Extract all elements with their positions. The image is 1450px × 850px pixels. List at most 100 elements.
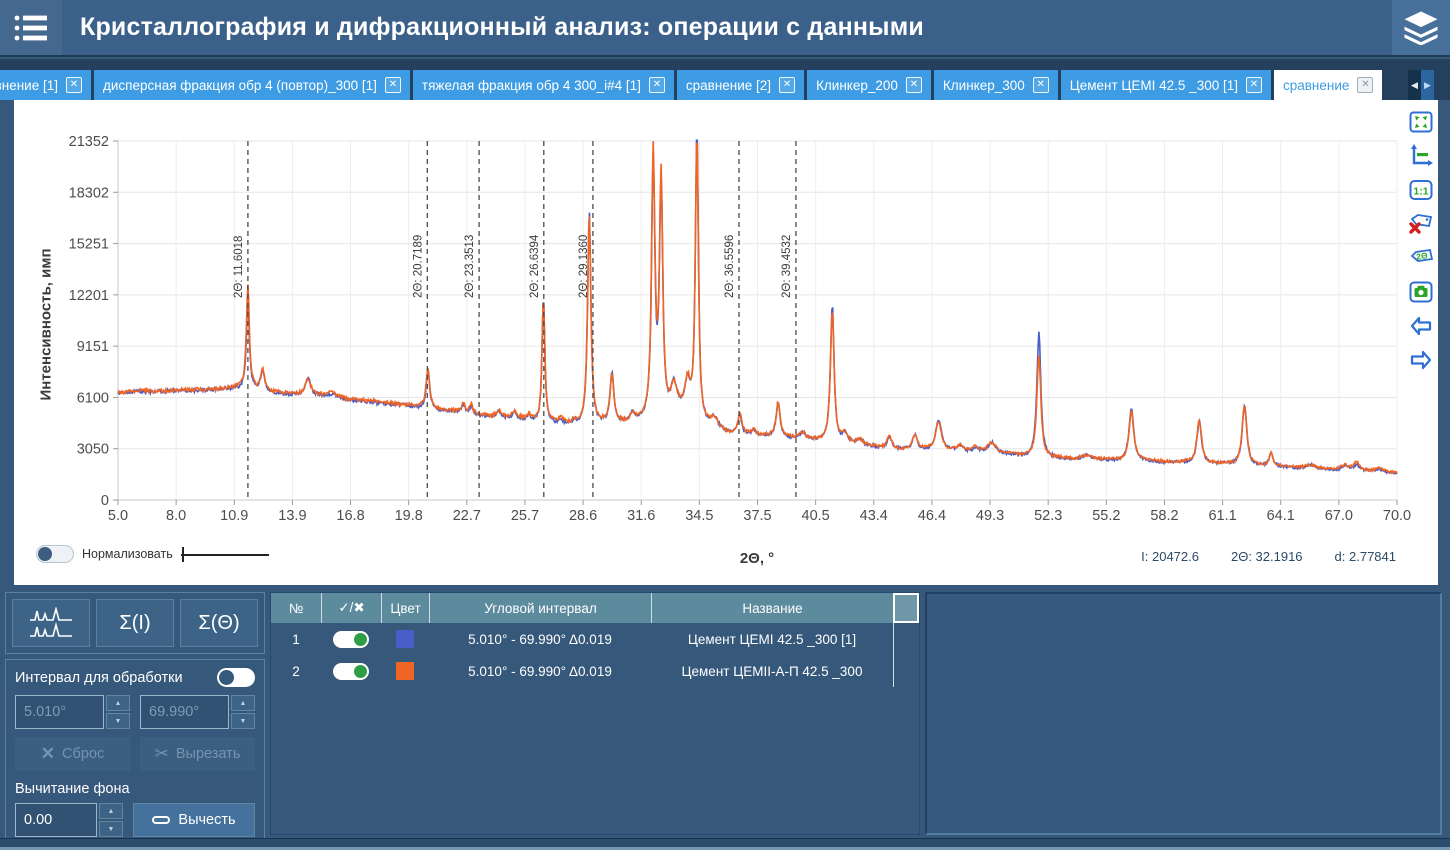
peak-marker-label: 2Θ: 11.6018 — [233, 236, 245, 298]
dataset-name: Цемент ЦЕМII-А-П 42.5 _300 — [651, 664, 893, 679]
svg-text:16.8: 16.8 — [336, 508, 364, 524]
tab-1[interactable]: сравнение [1]✕ — [0, 70, 91, 100]
interval-from-down-button[interactable]: ▼ — [106, 713, 130, 729]
layers-button[interactable] — [1392, 0, 1450, 55]
background-subtraction-label: Вычитание фона — [15, 781, 255, 797]
interval-from-field[interactable]: 5.010° — [15, 695, 104, 729]
back-arrow-button[interactable] — [1408, 316, 1434, 341]
forward-arrow-icon — [1409, 349, 1433, 376]
layers-stack-icon — [1403, 11, 1439, 45]
normalize-label: Нормализовать — [82, 547, 173, 561]
svg-text:12201: 12201 — [69, 288, 109, 304]
fit-view-icon — [1409, 110, 1433, 139]
tab-scroll-right-button[interactable]: ▶ — [1421, 70, 1434, 100]
peak-marker-label: 2Θ: 20.7189 — [412, 235, 424, 298]
column-header: Цвет — [381, 593, 429, 623]
fit-view-button[interactable] — [1408, 112, 1434, 137]
readout-intensity: I: 20472.6 — [1141, 549, 1199, 564]
opacity-slider[interactable] — [181, 546, 269, 562]
svg-text:67.0: 67.0 — [1325, 508, 1353, 524]
results-panel — [925, 592, 1442, 835]
subtract-button[interactable]: Вычесть — [133, 803, 255, 837]
tab-2[interactable]: дисперсная фракция обр 4 (повтор)_300 [1… — [94, 70, 410, 100]
interval-to-field[interactable]: 69.990° — [140, 695, 229, 729]
tab-label: тяжелая фракция обр 4 300_i#4 [1] — [422, 78, 641, 93]
svg-text:6100: 6100 — [77, 390, 109, 406]
table-row[interactable]: 25.010° - 69.990° Δ0.019Цемент ЦЕМII-А-П… — [271, 655, 919, 687]
table-scrollbar-thumb[interactable] — [893, 593, 919, 623]
tab-label: сравнение — [1283, 78, 1349, 93]
tab-close-icon[interactable]: ✕ — [649, 77, 665, 93]
cut-button[interactable]: ✂Вырезать — [140, 737, 255, 771]
axes-scale-button[interactable] — [1408, 146, 1434, 171]
back-arrow-icon — [1409, 315, 1433, 342]
background-value-field[interactable]: 0.00 — [15, 803, 97, 837]
svg-text:18302: 18302 — [69, 185, 109, 201]
readout-two-theta: 2Θ: 32.1916 — [1231, 549, 1303, 564]
tab-close-icon[interactable]: ✕ — [385, 77, 401, 93]
interval-label: Интервал для обработки — [15, 670, 183, 686]
hide-labels-tag-button[interactable] — [1408, 214, 1434, 239]
interval-toggle[interactable] — [217, 668, 255, 687]
peak-search-button[interactable] — [12, 599, 90, 647]
tab-close-icon[interactable]: ✕ — [1357, 77, 1373, 93]
svg-text:13.9: 13.9 — [278, 508, 306, 524]
two-theta-tag-button[interactable]: 2Θ — [1408, 248, 1434, 273]
table-body: 15.010° - 69.990° Δ0.019Цемент ЦЕМI 42.5… — [271, 623, 919, 687]
svg-text:19.8: 19.8 — [395, 508, 423, 524]
tab-scroll-left-button[interactable]: ◀ — [1408, 70, 1421, 100]
reset-button[interactable]: ✕Сброс — [15, 737, 130, 771]
crystallography-app-window: { "header": { "title": "Кристаллография … — [0, 0, 1450, 850]
visibility-toggle[interactable] — [333, 631, 369, 648]
sum-intensity-button[interactable]: Σ(I) — [96, 599, 174, 647]
interval-from-up-button[interactable]: ▲ — [106, 695, 130, 711]
x-axis-title: 2Θ, ° — [712, 550, 802, 567]
svg-text:37.5: 37.5 — [743, 508, 771, 524]
snapshot-camera-button[interactable] — [1408, 282, 1434, 307]
tab-close-icon[interactable]: ✕ — [906, 77, 922, 93]
tab-7[interactable]: Цемент ЦЕМI 42.5 _300 [1]✕ — [1061, 70, 1271, 100]
scissors-icon: ✂ — [155, 744, 169, 764]
tab-5[interactable]: Клинкер_200✕ — [807, 70, 931, 100]
svg-text:58.2: 58.2 — [1150, 508, 1178, 524]
sum-theta-button[interactable]: Σ(Θ) — [180, 599, 258, 647]
tab-6[interactable]: Клинкер_300✕ — [934, 70, 1058, 100]
svg-text:21352: 21352 — [69, 134, 109, 150]
tab-close-icon[interactable]: ✕ — [1033, 77, 1049, 93]
series-color-swatch[interactable] — [396, 630, 414, 648]
table-scrollbar-track[interactable] — [893, 623, 919, 655]
peak-marker-label: 2Θ: 23.3513 — [464, 235, 476, 298]
table-scrollbar-track[interactable] — [893, 655, 919, 687]
svg-text:9151: 9151 — [77, 339, 109, 355]
background-up-button[interactable]: ▲ — [99, 803, 123, 819]
series-color-swatch[interactable] — [396, 662, 414, 680]
xrd-chart-panel: 0305061009151122011525118302213525.08.01… — [14, 100, 1438, 585]
status-bar — [0, 838, 1450, 850]
two-theta-tag-icon: 2Θ — [1408, 246, 1434, 275]
normalize-toggle[interactable] — [36, 545, 74, 563]
tab-4[interactable]: сравнение [2]✕ — [677, 70, 804, 100]
one-to-one-button[interactable]: 1:1 — [1408, 180, 1434, 205]
y-axis-title: Интенсивность, имп — [38, 235, 55, 415]
svg-text:64.1: 64.1 — [1267, 508, 1295, 524]
forward-arrow-button[interactable] — [1408, 350, 1434, 375]
subtract-pill-icon — [152, 816, 170, 824]
xrd-chart[interactable]: 0305061009151122011525118302213525.08.01… — [14, 100, 1438, 585]
table-row[interactable]: 15.010° - 69.990° Δ0.019Цемент ЦЕМI 42.5… — [271, 623, 919, 655]
axes-scale-icon — [1409, 144, 1433, 173]
background-down-button[interactable]: ▼ — [99, 821, 123, 837]
main-menu-button[interactable] — [0, 0, 62, 55]
interval-to-down-button[interactable]: ▼ — [231, 713, 255, 729]
tab-8[interactable]: сравнение ✕ — [1274, 70, 1382, 100]
tab-close-icon[interactable]: ✕ — [66, 77, 82, 93]
tab-close-icon[interactable]: ✕ — [1246, 77, 1262, 93]
interval-to-up-button[interactable]: ▲ — [231, 695, 255, 711]
tab-close-icon[interactable]: ✕ — [779, 77, 795, 93]
svg-text:0: 0 — [101, 493, 109, 509]
tab-3[interactable]: тяжелая фракция обр 4 300_i#4 [1] ✕ — [413, 70, 674, 100]
column-header: ✓/✖ — [321, 593, 381, 623]
peak-marker-label: 2Θ: 29.1360 — [578, 235, 590, 298]
diffractogram-icon — [28, 607, 74, 639]
visibility-toggle[interactable] — [333, 663, 369, 680]
chart-toolbar: 1:1 2Θ — [1408, 112, 1434, 375]
